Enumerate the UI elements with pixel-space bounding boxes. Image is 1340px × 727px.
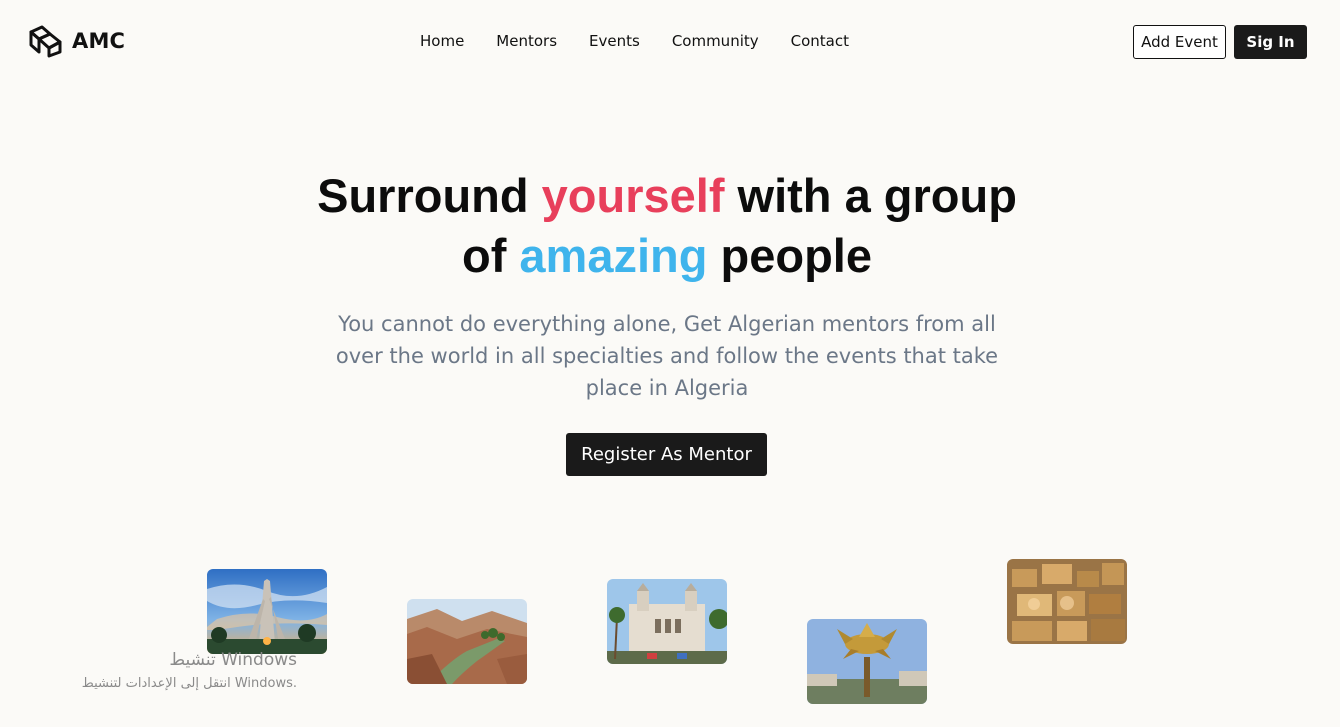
sign-in-button[interactable]: Sig In <box>1234 25 1307 59</box>
top-navbar: AMC Home Mentors Events Community Contac… <box>0 0 1340 84</box>
nav-contact[interactable]: Contact <box>791 32 849 50</box>
windows-activation-title: تنشيط Windows <box>169 650 297 670</box>
windows-activation-subtitle: انتقل إلى الإعدادات لتنشيط Windows. <box>81 676 297 691</box>
nav-mentors[interactable]: Mentors <box>496 32 557 50</box>
old-town-aerial-photo <box>1007 559 1127 644</box>
fountain-sculpture-photo <box>807 619 927 704</box>
add-event-button[interactable]: Add Event <box>1133 25 1226 59</box>
nav-community[interactable]: Community <box>672 32 759 50</box>
headline-highlight-yourself: yourself <box>541 169 725 222</box>
brand-logo[interactable]: AMC <box>28 24 125 58</box>
main-nav: Home Mentors Events Community Contact <box>420 32 849 50</box>
canyon-photo <box>407 599 527 684</box>
cube-logo-icon <box>28 24 64 58</box>
headline-highlight-amazing: amazing <box>519 229 708 282</box>
hero-subtitle: You cannot do everything alone, Get Alge… <box>335 312 999 400</box>
nav-home[interactable]: Home <box>420 32 464 50</box>
opera-building-photo <box>607 579 727 664</box>
register-mentor-button[interactable]: Register As Mentor <box>566 433 767 476</box>
hero-headline: Surround yourself with a group of amazin… <box>300 166 1034 286</box>
brand-name: AMC <box>72 29 126 53</box>
headline-text-1: Surround <box>317 169 542 222</box>
headline-text-3: people <box>707 229 872 282</box>
monument-photo <box>207 569 327 654</box>
nav-events[interactable]: Events <box>589 32 640 50</box>
